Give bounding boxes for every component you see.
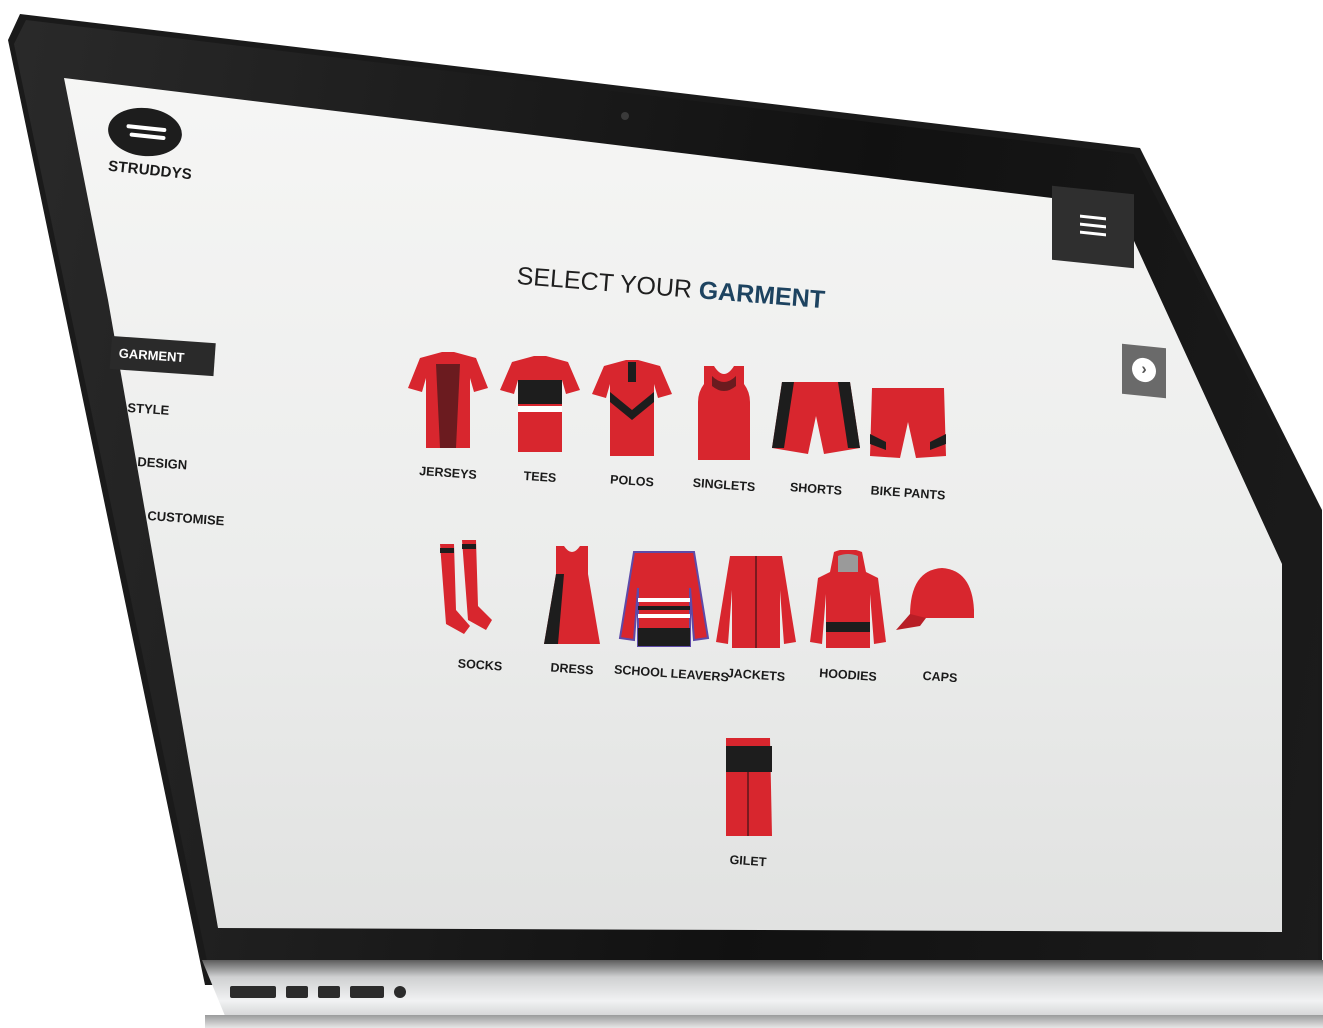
bike-pants-icon — [870, 388, 946, 458]
hdmi-port — [350, 986, 384, 998]
singlet-icon — [698, 366, 750, 460]
gilet-icon — [726, 738, 772, 836]
menu-button[interactable] — [1052, 185, 1134, 269]
step-style[interactable]: STYLE — [127, 400, 170, 418]
dress-icon — [544, 546, 600, 644]
jersey-icon — [408, 352, 488, 448]
audio-port — [394, 986, 406, 998]
webcam — [621, 112, 629, 120]
polo-icon — [592, 360, 672, 456]
socks-icon — [440, 540, 492, 634]
chevron-right-icon: › — [1132, 356, 1156, 384]
thunderbolt-port — [318, 986, 340, 998]
thunderbolt-port — [286, 986, 308, 998]
school-leavers-icon — [618, 551, 710, 647]
side-ports — [230, 986, 406, 998]
brand-logo[interactable]: STRUDDYS — [104, 104, 194, 188]
logo-stripe — [126, 124, 167, 133]
shorts-icon — [772, 382, 860, 454]
hamburger-icon — [1080, 214, 1106, 221]
hamburger-icon — [1080, 222, 1106, 229]
hamburger-icon — [1080, 230, 1106, 237]
cap-icon — [896, 568, 974, 630]
next-button[interactable]: › — [1122, 343, 1166, 399]
hoodie-icon — [810, 550, 886, 648]
laptop-base-edge — [205, 1015, 1323, 1028]
tee-icon — [500, 356, 580, 452]
jacket-icon — [716, 556, 796, 648]
usb-port — [230, 986, 276, 998]
brand-name: STRUDDYS — [107, 157, 193, 184]
logo-stripe — [129, 132, 166, 141]
logo-mark-icon — [105, 104, 185, 160]
